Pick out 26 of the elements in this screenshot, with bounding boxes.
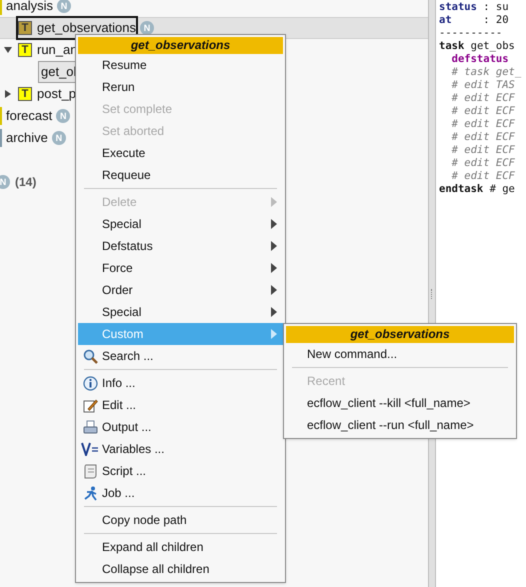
node-count: (14) bbox=[15, 174, 36, 191]
code-line: # edit ECF bbox=[450, 144, 516, 157]
menu-title: get_observations bbox=[286, 326, 514, 343]
code-line: # edit ECF bbox=[450, 118, 516, 131]
task-type-icon: T bbox=[18, 87, 32, 101]
status-badge: N bbox=[52, 131, 66, 145]
code-line: task get_obs bbox=[439, 40, 516, 53]
status-badge: N bbox=[56, 0, 71, 13]
code-line: defstatus bbox=[450, 53, 510, 66]
status-badge: N bbox=[140, 21, 154, 35]
code-line: # edit ECF bbox=[450, 131, 516, 144]
task-type-icon: T bbox=[18, 21, 32, 35]
code-line: status : su bbox=[439, 1, 510, 14]
status-badge: N bbox=[0, 175, 10, 189]
task-type-icon: T bbox=[18, 43, 32, 57]
code-line: # edit ECF bbox=[450, 105, 516, 118]
menu-title: get_observations bbox=[78, 37, 283, 54]
status-badge: N bbox=[56, 109, 70, 123]
code-line: endtask # ge bbox=[439, 183, 516, 196]
code-line: ---------- bbox=[439, 27, 504, 40]
code-line: # edit TAS bbox=[450, 79, 516, 92]
code-line: # edit ECF bbox=[450, 92, 516, 105]
code-line: # edit ECF bbox=[450, 157, 516, 170]
code-line: # edit ECF bbox=[450, 170, 516, 183]
code-line: # task get_ bbox=[450, 66, 522, 79]
code-line: at : 20 bbox=[439, 14, 510, 27]
